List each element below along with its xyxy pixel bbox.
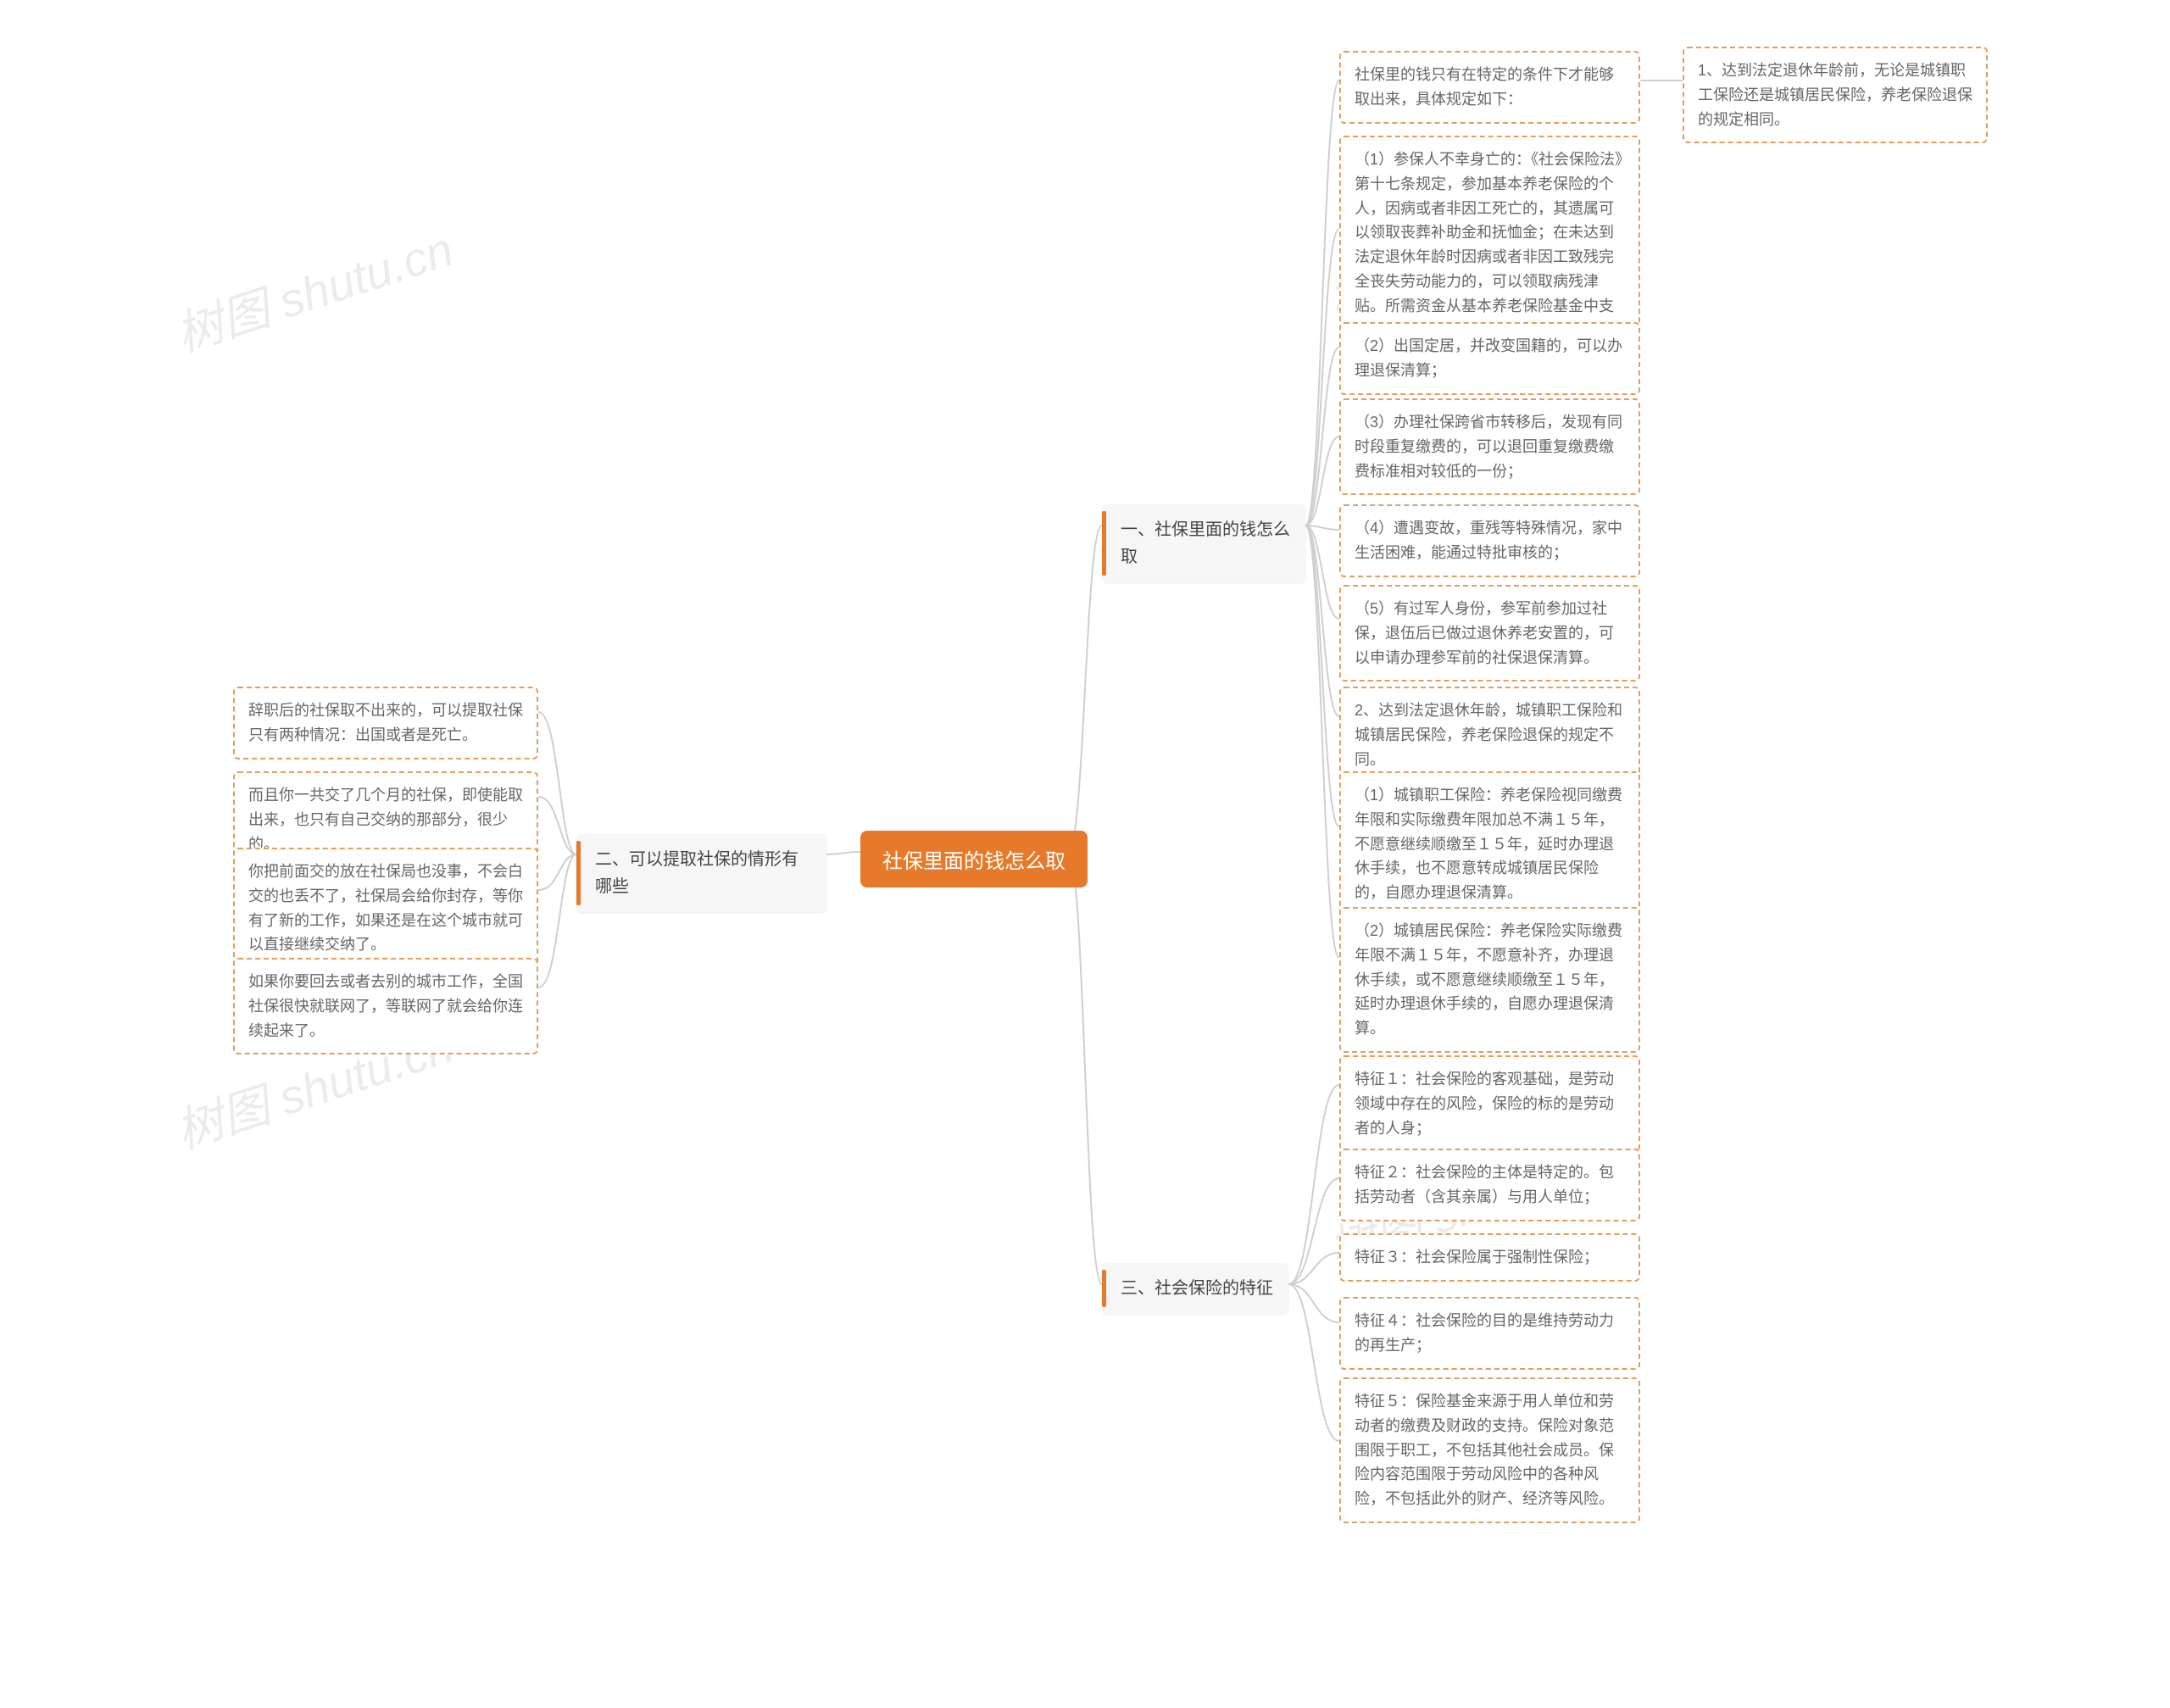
section-1-intro[interactable]: 社保里的钱只有在特定的条件下才能够取出来，具体规定如下： [1339,51,1640,124]
section-1-rule-2b[interactable]: （2）城镇居民保险：养老保险实际缴费年限不满１５年，不愿意补齐，办理退休手续，或… [1339,907,1640,1053]
section-2-item-1[interactable]: 辞职后的社保取不出来的，可以提取社保只有两种情况：出国或者是死亡。 [233,687,538,759]
section-1-case-4[interactable]: （4）遭遇变故，重残等特殊情况，家中生活困难，能通过特批审核的； [1339,504,1640,577]
section-2-header[interactable]: 二、可以提取社保的情形有哪些 [576,834,826,912]
watermark: 树图 shutu.cn [166,212,461,366]
section-1-header[interactable]: 一、社保里面的钱怎么取 [1102,504,1305,582]
section-1-rule-2[interactable]: 2、达到法定退休年龄，城镇职工保险和城镇居民保险，养老保险退保的规定不同。 [1339,687,1640,783]
section-3-feature-4[interactable]: 特征４：社会保险的目的是维持劳动力的再生产； [1339,1297,1640,1370]
section-3-feature-1[interactable]: 特征１：社会保险的客观基础，是劳动领域中存在的风险，保险的标的是劳动者的人身； [1339,1055,1640,1152]
mindmap-root[interactable]: 社保里面的钱怎么取 [860,831,1088,887]
section-1-case-2[interactable]: （2）出国定居，并改变国籍的，可以办理退保清算； [1339,322,1640,395]
section-3-feature-5[interactable]: 特征５：保险基金来源于用人单位和劳动者的缴费及财政的支持。保险对象范围限于职工，… [1339,1377,1640,1523]
section-2-item-3[interactable]: 你把前面交的放在社保局也没事，不会白交的也丢不了，社保局会给你封存，等你有了新的… [233,848,538,969]
section-1-rule-2a[interactable]: （1）城镇职工保险：养老保险视同缴费年限和实际缴费年限加总不满１５年，不愿意继续… [1339,771,1640,917]
section-3-feature-3[interactable]: 特征３：社会保险属于强制性保险； [1339,1233,1640,1282]
section-1-case-5[interactable]: （5）有过军人身份，参军前参加过社保，退伍后已做过退休养老安置的，可以申请办理参… [1339,585,1640,682]
section-2-item-4[interactable]: 如果你要回去或者去别的城市工作，全国社保很快就联网了，等联网了就会给你连续起来了… [233,958,538,1054]
section-1-intro-child[interactable]: 1、达到法定退休年龄前，无论是城镇职工保险还是城镇居民保险，养老保险退保的规定相… [1683,47,1988,143]
section-1-case-3[interactable]: （3）办理社保跨省市转移后，发现有同时段重复缴费的，可以退回重复缴费缴费标准相对… [1339,398,1640,495]
section-3-feature-2[interactable]: 特征２：社会保险的主体是特定的。包括劳动者（含其亲属）与用人单位； [1339,1149,1640,1221]
section-3-header[interactable]: 三、社会保险的特征 [1102,1263,1288,1314]
